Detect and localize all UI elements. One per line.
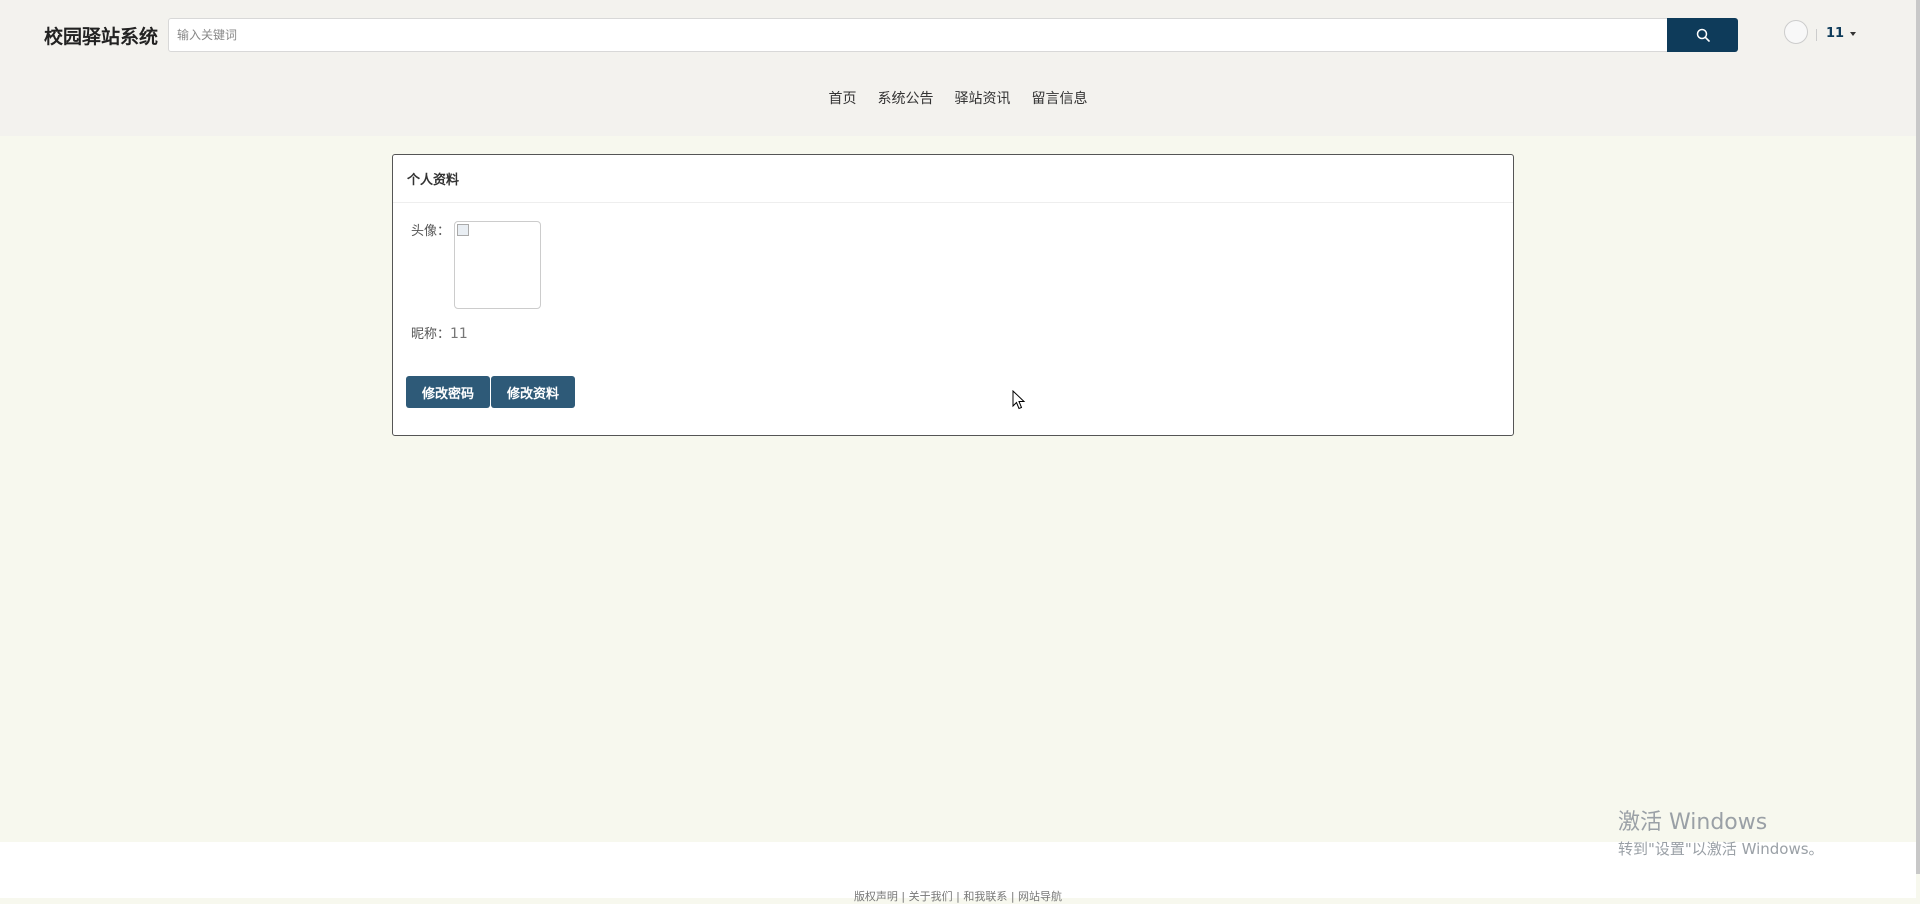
- watermark-title: 激活 Windows: [1618, 810, 1768, 835]
- main-nav: 首页 系统公告 驿站资讯 留言信息: [0, 88, 1916, 108]
- watermark-subtitle: 转到"设置"以激活 Windows。: [1618, 840, 1824, 858]
- search-box: [168, 18, 1668, 52]
- divider: [1816, 29, 1817, 41]
- footer-links[interactable]: 版权声明 | 关于我们 | 和我联系 | 网站导航: [0, 888, 1916, 904]
- avatar: [1784, 20, 1808, 44]
- site-logo[interactable]: 校园驿站系统: [44, 22, 158, 49]
- broken-image-icon: [457, 224, 469, 236]
- windows-activation-watermark: 激活 Windows 转到"设置"以激活 Windows。: [1618, 804, 1824, 859]
- panel-title: 个人资料: [393, 155, 1513, 203]
- button-row: 修改密码 修改资料: [406, 376, 576, 408]
- nickname-label: 昵称：: [411, 327, 451, 342]
- caret-down-icon: [1850, 31, 1857, 36]
- nickname-value: 11: [450, 326, 468, 342]
- profile-avatar-image: [454, 221, 541, 309]
- user-name: 11: [1826, 26, 1845, 41]
- cursor-icon: [1012, 390, 1026, 410]
- nav-item-news[interactable]: 驿站资讯: [955, 88, 1011, 108]
- nav-item-home[interactable]: 首页: [829, 88, 857, 108]
- user-avatar[interactable]: [1784, 18, 1812, 52]
- nickname-row: 昵称：11: [411, 323, 468, 342]
- edit-profile-button[interactable]: 修改资料: [491, 376, 576, 408]
- scrollbar[interactable]: [1916, 0, 1920, 874]
- change-password-button[interactable]: 修改密码: [406, 376, 491, 408]
- search-icon: [1696, 28, 1710, 42]
- nav-item-announcements[interactable]: 系统公告: [878, 88, 934, 108]
- user-menu[interactable]: 11: [1826, 26, 1857, 41]
- search-input[interactable]: [169, 19, 1667, 51]
- profile-panel: 个人资料 头像： 昵称：11 修改密码 修改资料: [392, 154, 1514, 436]
- nav-item-messages[interactable]: 留言信息: [1032, 88, 1088, 108]
- avatar-label: 头像：: [411, 224, 451, 239]
- site-header: 校园驿站系统 11 首页 系统公告 驿站资讯 留言信息: [0, 0, 1916, 136]
- search-button[interactable]: [1667, 18, 1738, 52]
